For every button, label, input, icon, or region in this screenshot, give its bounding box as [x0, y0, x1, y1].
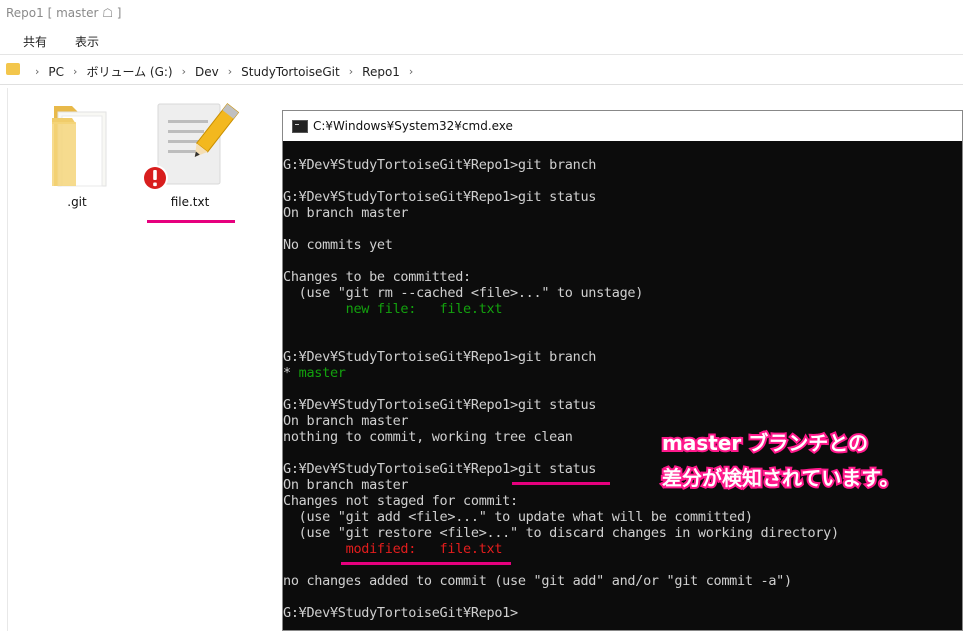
- terminal-line: no changes added to commit (use "git add…: [283, 573, 792, 589]
- breadcrumb-repo1[interactable]: Repo1: [362, 65, 400, 79]
- chevron-right-icon: ›: [227, 65, 233, 78]
- address-bar[interactable]: › PC › ボリューム (G:) › Dev › StudyTortoiseG…: [0, 58, 963, 85]
- terminal-output[interactable]: G:¥Dev¥StudyTortoiseGit¥Repo1>git branch…: [283, 157, 962, 621]
- cmd-title-bar[interactable]: C:¥Windows¥System32¥cmd.exe: [283, 111, 962, 141]
- file-name: .git: [67, 195, 87, 209]
- folder-icon: [52, 106, 107, 187]
- terminal-line: modified: file.txt: [283, 541, 503, 557]
- terminal-line: (use "git restore <file>..." to discard …: [283, 525, 839, 541]
- chevron-right-icon: ›: [408, 65, 414, 78]
- breadcrumb: › PC › ボリューム (G:) › Dev › StudyTortoiseG…: [26, 63, 422, 80]
- terminal-line: new file: file.txt: [283, 301, 503, 317]
- terminal-line: (use "git rm --cached <file>..." to unst…: [283, 285, 644, 301]
- ribbon-tabs: 共有 表示: [0, 28, 963, 55]
- terminal-line: G:¥Dev¥StudyTortoiseGit¥Repo1>git status: [283, 397, 597, 413]
- window-title: Repo1 [ master ☖ ]: [6, 6, 122, 20]
- breadcrumb-studytortoisegit[interactable]: StudyTortoiseGit: [241, 65, 340, 79]
- terminal-line: G:¥Dev¥StudyTortoiseGit¥Repo1>git branch: [283, 157, 597, 173]
- file-name: file.txt: [170, 195, 210, 209]
- chevron-right-icon: ›: [181, 65, 187, 78]
- highlight-underline: [147, 220, 235, 223]
- breadcrumb-dev[interactable]: Dev: [195, 65, 219, 79]
- tab-view[interactable]: 表示: [75, 33, 99, 50]
- folder-icon: [6, 63, 20, 75]
- terminal-line: G:¥Dev¥StudyTortoiseGit¥Repo1>: [283, 605, 518, 621]
- terminal-line: (use "git add <file>..." to update what …: [283, 509, 753, 525]
- chevron-right-icon: ›: [35, 65, 40, 78]
- annotation-line-1: master ブランチとの: [660, 429, 870, 457]
- breadcrumb-pc[interactable]: PC: [48, 65, 64, 79]
- console-icon: [292, 120, 308, 133]
- tab-share[interactable]: 共有: [23, 33, 47, 50]
- file-item-git[interactable]: .git: [34, 100, 120, 209]
- terminal-line: G:¥Dev¥StudyTortoiseGit¥Repo1>git status: [283, 189, 597, 205]
- navigation-pane: [0, 88, 8, 631]
- cmd-window[interactable]: C:¥Windows¥System32¥cmd.exe G:¥Dev¥Study…: [282, 110, 963, 631]
- highlight-underline: [512, 482, 610, 485]
- cmd-title: C:¥Windows¥System32¥cmd.exe: [313, 119, 513, 133]
- terminal-line: * master: [283, 365, 346, 381]
- terminal-line: G:¥Dev¥StudyTortoiseGit¥Repo1>git branch: [283, 349, 597, 365]
- annotation-line-2: 差分が検知されています。: [660, 464, 901, 492]
- chevron-right-icon: ›: [348, 65, 354, 78]
- terminal-line: On branch master: [283, 205, 409, 221]
- text-file-modified-icon: [142, 103, 240, 191]
- terminal-line: No commits yet: [283, 237, 393, 253]
- terminal-line: Changes not staged for commit:: [283, 493, 518, 509]
- file-item-file-txt[interactable]: file.txt: [140, 100, 240, 209]
- breadcrumb-volume[interactable]: ボリューム (G:): [86, 63, 172, 80]
- terminal-line: Changes to be committed:: [283, 269, 471, 285]
- highlight-underline: [341, 562, 511, 565]
- chevron-right-icon: ›: [73, 65, 78, 78]
- explorer-title-bar: Repo1 [ master ☖ ]: [0, 0, 963, 28]
